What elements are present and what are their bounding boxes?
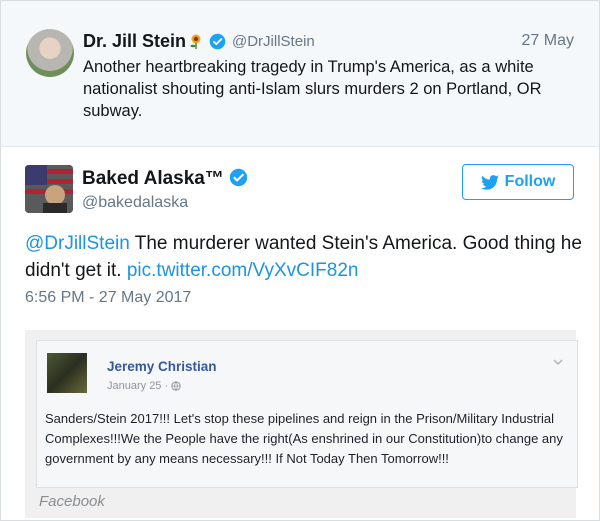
image-source-label: Facebook: [39, 493, 105, 510]
twitter-bird-icon: [480, 174, 499, 190]
baked-alaska-avatar[interactable]: [25, 165, 73, 213]
quoted-author-name-text: Dr. Jill Stein: [83, 31, 187, 51]
mention-link[interactable]: @DrJillStein: [25, 233, 130, 254]
pic-link[interactable]: pic.twitter.com/VyXvCIF82n: [127, 260, 359, 281]
attached-image[interactable]: Jeremy Christian January 25 · Sanders/St…: [25, 330, 578, 518]
quoted-tweet[interactable]: Dr. Jill Stein @DrJillStein 27 May Anoth…: [1, 1, 599, 147]
verified-badge-icon: [229, 168, 248, 187]
fb-post-date-text: January 25 ·: [107, 380, 169, 392]
tweet-text: @DrJillStein The murderer wanted Stein's…: [25, 230, 585, 284]
chevron-down-icon: [553, 359, 563, 366]
globe-icon: [171, 381, 181, 391]
fb-post-date: January 25 ·: [107, 380, 181, 392]
facebook-post-card: Jeremy Christian January 25 · Sanders/St…: [36, 340, 578, 488]
fb-author-name: Jeremy Christian: [107, 359, 217, 374]
verified-badge-icon: [209, 33, 226, 50]
sunflower-emoji-icon: [190, 34, 201, 49]
follow-button[interactable]: Follow: [462, 164, 574, 200]
flag-photo-icon: [25, 165, 73, 213]
jill-stein-avatar[interactable]: [26, 29, 74, 77]
tweet-author-handle[interactable]: @bakedalaska: [82, 194, 188, 212]
tweet-author-name-text: Baked Alaska™: [82, 168, 224, 189]
quoted-tweet-date[interactable]: 27 May: [522, 32, 574, 50]
tweet-author-name[interactable]: Baked Alaska™: [82, 168, 248, 190]
quoted-author-handle[interactable]: @DrJillStein: [232, 33, 315, 50]
fb-author-avatar: [47, 353, 87, 393]
quoted-author-name[interactable]: Dr. Jill Stein: [83, 31, 226, 52]
quoted-tweet-text: Another heartbreaking tragedy in Trump's…: [83, 58, 542, 120]
follow-button-label: Follow: [504, 173, 556, 190]
tweet-timestamp[interactable]: 6:56 PM - 27 May 2017: [25, 289, 191, 307]
fb-post-text: Sanders/Stein 2017!!! Let's stop these p…: [45, 411, 563, 466]
